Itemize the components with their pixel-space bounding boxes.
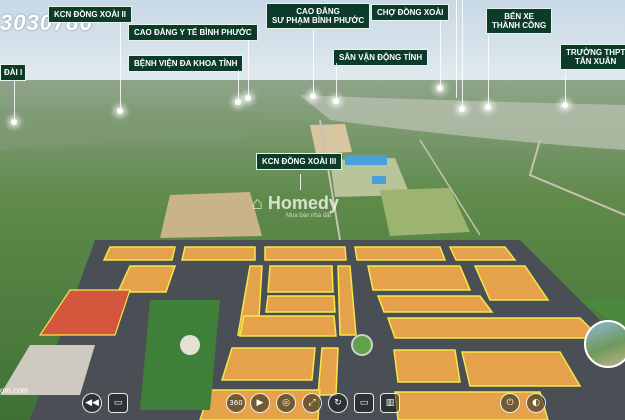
label-line-1: TRƯỜNG THPT [566,48,625,57]
vr-icon: ▥ [385,398,395,408]
leader-line [440,20,441,86]
label-cho-dong-xoai[interactable]: CHỢ ĐỒNG XOÀI [371,4,450,22]
location-pin[interactable] [333,98,339,104]
minimap-thumbnail[interactable] [584,320,625,368]
vr-button[interactable]: ▥ [380,393,400,413]
leader-line [565,74,566,104]
watermark-logo: ⌂ Homedy [252,193,339,214]
volume-button[interactable]: ◐ [526,393,546,413]
play-icon: ▶ [256,398,264,408]
home-icon: ⌂ [252,193,268,213]
site-url-fragment: om.com [0,386,29,395]
gyro-button[interactable]: ◎ [276,393,296,413]
leader-line [313,30,314,94]
map-icon: ▭ [113,398,123,408]
leader-line [462,0,463,108]
watermark-subtitle: Mua bán nhà đất [286,213,332,219]
label-san-van-dong[interactable]: SÂN VẬN ĐỘNG TỈNH [333,49,429,67]
location-pin[interactable] [562,102,568,108]
location-pin[interactable] [485,104,491,110]
park [140,300,220,410]
share-button[interactable]: ↻ [328,393,348,413]
location-pin[interactable] [437,85,443,91]
fullscreen-button[interactable]: ⤢ [302,393,322,413]
view360-icon: 360 [229,399,243,407]
label-benh-vien[interactable]: BỆNH VIỆN ĐA KHOA TỈNH [128,55,244,73]
label-cao-dang-y-te[interactable]: CAO ĐẲNG Y TẾ BÌNH PHƯỚC [128,24,258,42]
leader-line [120,22,121,110]
location-pin[interactable] [310,93,316,99]
label-ben-xe[interactable]: BẾN XE THÀNH CÔNG [486,8,553,35]
label-cao-dang-su-pham[interactable]: CAO ĐẲNG SƯ PHẠM BÌNH PHƯỚC [266,3,371,30]
location-pin[interactable] [235,99,241,105]
leader-line [488,36,489,106]
fullscreen-icon: ⤢ [308,398,316,408]
label-line-2: SƯ PHẠM BÌNH PHƯỚC [272,16,365,26]
location-pin[interactable] [245,95,251,101]
leader-line [300,174,301,190]
watermark-brand: Homedy [267,193,339,213]
leader-line [336,63,337,99]
label-line-2: TÂN XUÂN [574,57,617,67]
power-button[interactable]: ⏻ [500,393,520,413]
location-pin[interactable] [459,106,465,112]
label-left-partial[interactable]: ĐÀI I [0,64,27,82]
label-kcn-dong-xoai-ii[interactable]: KCN ĐỒNG XOÀI II [48,6,133,24]
leader-line [248,40,249,96]
label-line-1: BẾN XE [504,12,534,21]
location-pin[interactable] [11,119,17,125]
panel-icon: ▭ [359,398,369,408]
label-line-2: THÀNH CÔNG [492,21,547,31]
label-truong-thpt[interactable]: TRƯỜNG THPT TÂN XUÂN [560,44,625,71]
gyro-icon: ◎ [282,398,290,408]
location-pin[interactable] [117,108,123,114]
view360-button[interactable]: 360 [226,393,246,413]
volume-icon: ◐ [532,398,540,408]
cleared-land [160,192,262,238]
share-icon: ↻ [334,398,342,408]
power-icon: ⏻ [506,398,514,408]
roundabout [351,334,373,356]
rewind-button[interactable]: ◀◀ [82,393,102,413]
map-button[interactable]: ▭ [108,393,128,413]
play-button[interactable]: ▶ [250,393,270,413]
leader-line [456,0,457,98]
label-line-1: CAO ĐẲNG [296,7,340,16]
panel-button[interactable]: ▭ [354,393,374,413]
leader-line [14,80,15,120]
factory-roof [345,155,387,165]
rewind-icon: ◀◀ [85,398,99,408]
label-kcn-dong-xoai-iii[interactable]: KCN ĐỒNG XOÀI III [256,153,343,171]
leader-line [238,70,239,100]
